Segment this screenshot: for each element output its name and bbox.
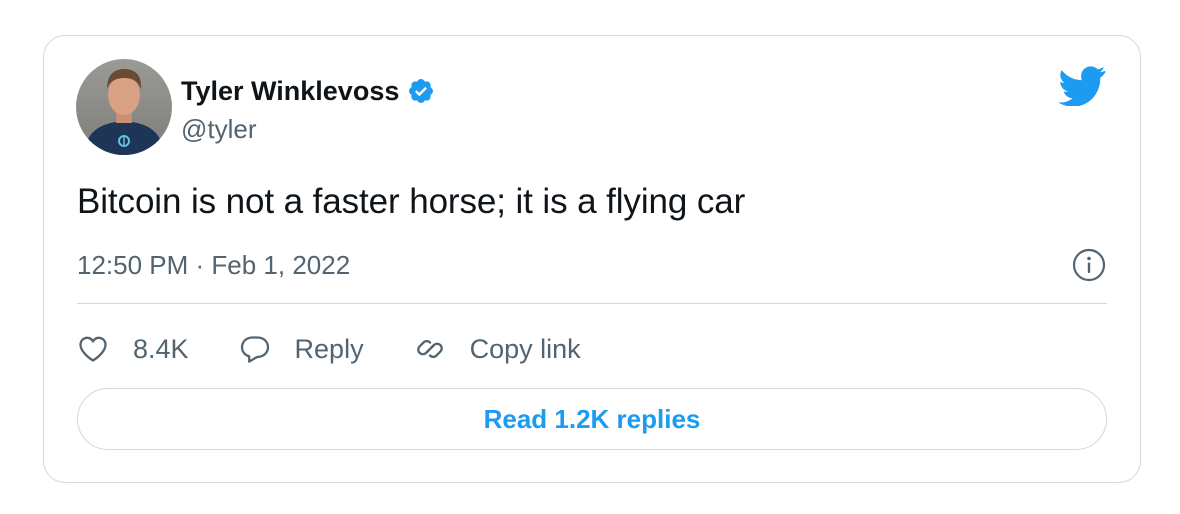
read-replies-button[interactable]: Read 1.2K replies bbox=[77, 388, 1107, 450]
divider bbox=[77, 303, 1107, 304]
info-icon[interactable] bbox=[1072, 248, 1106, 282]
avatar[interactable] bbox=[76, 59, 172, 155]
copy-link-button[interactable]: Copy link bbox=[414, 333, 581, 365]
verified-badge-icon bbox=[409, 79, 434, 103]
reply-label: Reply bbox=[294, 333, 364, 364]
tweet-text: Bitcoin is not a faster horse; it is a f… bbox=[77, 182, 746, 221]
copy-link-label: Copy link bbox=[469, 333, 581, 364]
author-name-row[interactable]: Tyler Winklevoss bbox=[181, 74, 435, 108]
heart-icon bbox=[79, 336, 107, 362]
action-bar: 8.4K Reply Copy link bbox=[77, 329, 631, 369]
like-count: 8.4K bbox=[133, 333, 189, 364]
author-display-name[interactable]: Tyler Winklevoss bbox=[181, 76, 399, 107]
author-handle[interactable]: @tyler bbox=[181, 114, 257, 145]
tweet-timestamp[interactable]: 12:50 PM · Feb 1, 2022 bbox=[77, 250, 350, 281]
read-replies-label: Read 1.2K replies bbox=[483, 403, 701, 434]
speech-bubble-icon bbox=[240, 336, 269, 363]
twitter-bird-icon[interactable] bbox=[1058, 66, 1106, 106]
reply-button[interactable]: Reply bbox=[239, 333, 364, 365]
link-icon bbox=[416, 340, 443, 358]
like-button[interactable]: 8.4K bbox=[77, 333, 189, 365]
tweet-card: Tyler Winklevoss @tyler Bitcoin is not a… bbox=[43, 35, 1141, 483]
